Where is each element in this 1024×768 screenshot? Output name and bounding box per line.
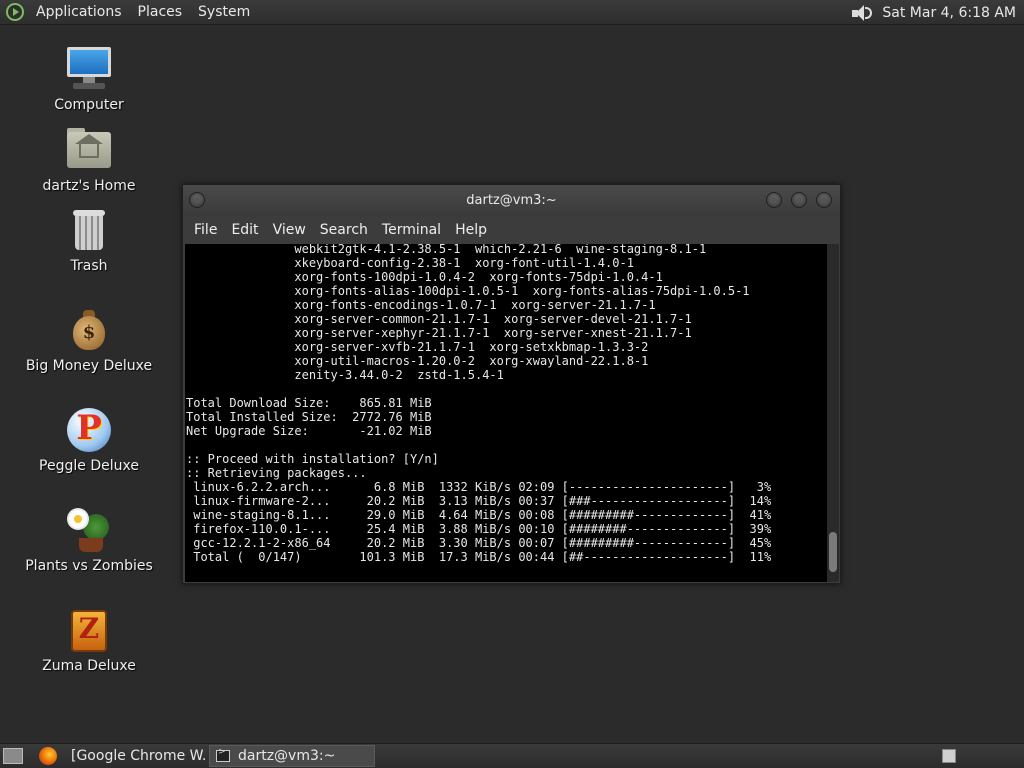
terminal-output[interactable]: webkit2gtk-4.1-2.38.5-1 which-2.21-6 win… — [185, 244, 828, 582]
terminal-line: xorg-server-xvfb-21.1.7-1 xorg-setxkbmap… — [186, 340, 649, 354]
menu-view[interactable]: View — [266, 222, 313, 238]
terminal-title: dartz@vm3:~ — [466, 193, 557, 208]
desktop-icon-label: Computer — [54, 97, 124, 113]
minimize-button[interactable] — [766, 192, 782, 208]
computer-icon — [65, 45, 113, 93]
menu-places[interactable]: Places — [130, 0, 191, 25]
taskbar-item-label: dartz@vm3:~ — [238, 748, 336, 764]
terminal-scrollbar[interactable] — [827, 244, 839, 582]
terminal-line: xorg-server-common-21.1.7-1 xorg-server-… — [186, 312, 692, 326]
home-folder-icon — [65, 126, 113, 174]
menu-file[interactable]: File — [187, 222, 224, 238]
terminal-line: Total Download Size: 865.81 MiB — [186, 396, 432, 410]
desktop-icon-label: Zuma Deluxe — [42, 658, 136, 674]
menu-search[interactable]: Search — [313, 222, 375, 238]
taskbar-item-terminal[interactable]: dartz@vm3:~ — [209, 745, 375, 767]
terminal-line: Net Upgrade Size: -21.02 MiB — [186, 424, 432, 438]
clock[interactable]: Sat Mar 4, 6:18 AM — [882, 5, 1024, 21]
terminal-line: :: Proceed with installation? [Y/n] — [186, 452, 439, 466]
desktop-icon-label: Plants vs Zombies — [25, 558, 153, 574]
peggle-icon: P — [65, 406, 113, 454]
terminal-icon — [216, 747, 230, 762]
plants-icon — [65, 506, 113, 554]
desktop-icon-label: Peggle Deluxe — [39, 458, 139, 474]
terminal-line: xkeyboard-config-2.38-1 xorg-font-util-1… — [186, 256, 634, 270]
money-bag-icon: $ — [65, 306, 113, 354]
terminal-line: linux-6.2.2.arch... 6.8 MiB 1332 KiB/s 0… — [186, 480, 772, 494]
taskbar-item-label: [Google Chrome W... — [71, 748, 205, 764]
terminal-line: firefox-110.0.1-... 25.4 MiB 3.88 MiB/s … — [186, 522, 772, 536]
zuma-icon: Z — [65, 606, 113, 654]
maximize-button[interactable] — [791, 192, 807, 208]
taskbar-item-chrome[interactable]: [Google Chrome W... — [65, 745, 205, 767]
workspace-switcher-icon[interactable] — [942, 749, 956, 763]
top-panel: Applications Places System Sat Mar 4, 6:… — [0, 0, 1024, 25]
terminal-line: xorg-fonts-100dpi-1.0.4-2 xorg-fonts-75d… — [186, 270, 663, 284]
terminal-line: zenity-3.44.0-2 zstd-1.5.4-1 — [186, 368, 504, 382]
distro-logo-icon — [6, 3, 24, 21]
terminal-line: xorg-fonts-encodings-1.0.7-1 xorg-server… — [186, 298, 656, 312]
desktop-icon-label: Trash — [70, 258, 108, 274]
menu-system[interactable]: System — [190, 0, 258, 25]
desktop-icon-zuma[interactable]: Z Zuma Deluxe — [24, 606, 154, 674]
desktop-icon-big-money[interactable]: $ Big Money Deluxe — [24, 306, 154, 374]
window-menu-icon[interactable] — [189, 192, 205, 208]
menu-applications[interactable]: Applications — [28, 0, 130, 25]
desktop-icon-peggle[interactable]: P Peggle Deluxe — [24, 406, 154, 474]
terminal-line: webkit2gtk-4.1-2.38.5-1 which-2.21-6 win… — [186, 244, 707, 256]
desktop-icon-home[interactable]: dartz's Home — [24, 126, 154, 194]
desktop-icon-label: dartz's Home — [42, 178, 136, 194]
applications-menu[interactable]: Applications — [0, 0, 130, 25]
desktop-icon-computer[interactable]: Computer — [24, 45, 154, 113]
terminal-line: Total Installed Size: 2772.76 MiB — [186, 410, 432, 424]
bottom-panel: [Google Chrome W... dartz@vm3:~ — [0, 743, 1024, 768]
desktop-icon-plants-vs-zombies[interactable]: Plants vs Zombies — [24, 506, 154, 574]
terminal-line: linux-firmware-2... 20.2 MiB 3.13 MiB/s … — [186, 494, 772, 508]
scrollbar-thumb[interactable] — [829, 532, 837, 572]
terminal-line: xorg-fonts-alias-100dpi-1.0.5-1 xorg-fon… — [186, 284, 750, 298]
terminal-line: :: Retrieving packages... — [186, 466, 367, 480]
close-button[interactable] — [816, 192, 832, 208]
trash-icon — [65, 206, 113, 254]
terminal-line: Total ( 0/147) 101.3 MiB 17.3 MiB/s 00:4… — [186, 550, 772, 564]
terminal-line: wine-staging-8.1... 29.0 MiB 4.64 MiB/s … — [186, 508, 772, 522]
menu-help[interactable]: Help — [448, 222, 494, 238]
terminal-line: xorg-util-macros-1.20.0-2 xorg-xwayland-… — [186, 354, 649, 368]
desktop-icon-trash[interactable]: Trash — [24, 206, 154, 274]
terminal-titlebar[interactable]: dartz@vm3:~ — [183, 185, 840, 216]
show-desktop-icon[interactable] — [3, 748, 23, 764]
terminal-window[interactable]: dartz@vm3:~ File Edit View Search Termin… — [182, 184, 841, 584]
desktop-icon-label: Big Money Deluxe — [25, 358, 153, 374]
menu-terminal[interactable]: Terminal — [375, 222, 448, 238]
volume-icon[interactable] — [850, 3, 874, 23]
menu-edit[interactable]: Edit — [224, 222, 265, 238]
tray: Sat Mar 4, 6:18 AM — [850, 0, 1024, 25]
terminal-line: gcc-12.2.1-2-x86_64 20.2 MiB 3.30 MiB/s … — [186, 536, 772, 550]
firefox-launcher-icon[interactable] — [39, 747, 57, 765]
terminal-menubar: File Edit View Search Terminal Help — [183, 216, 840, 244]
terminal-text: webkit2gtk-4.1-2.38.5-1 which-2.21-6 win… — [185, 244, 771, 564]
terminal-line: xorg-server-xephyr-21.1.7-1 xorg-server-… — [186, 326, 692, 340]
